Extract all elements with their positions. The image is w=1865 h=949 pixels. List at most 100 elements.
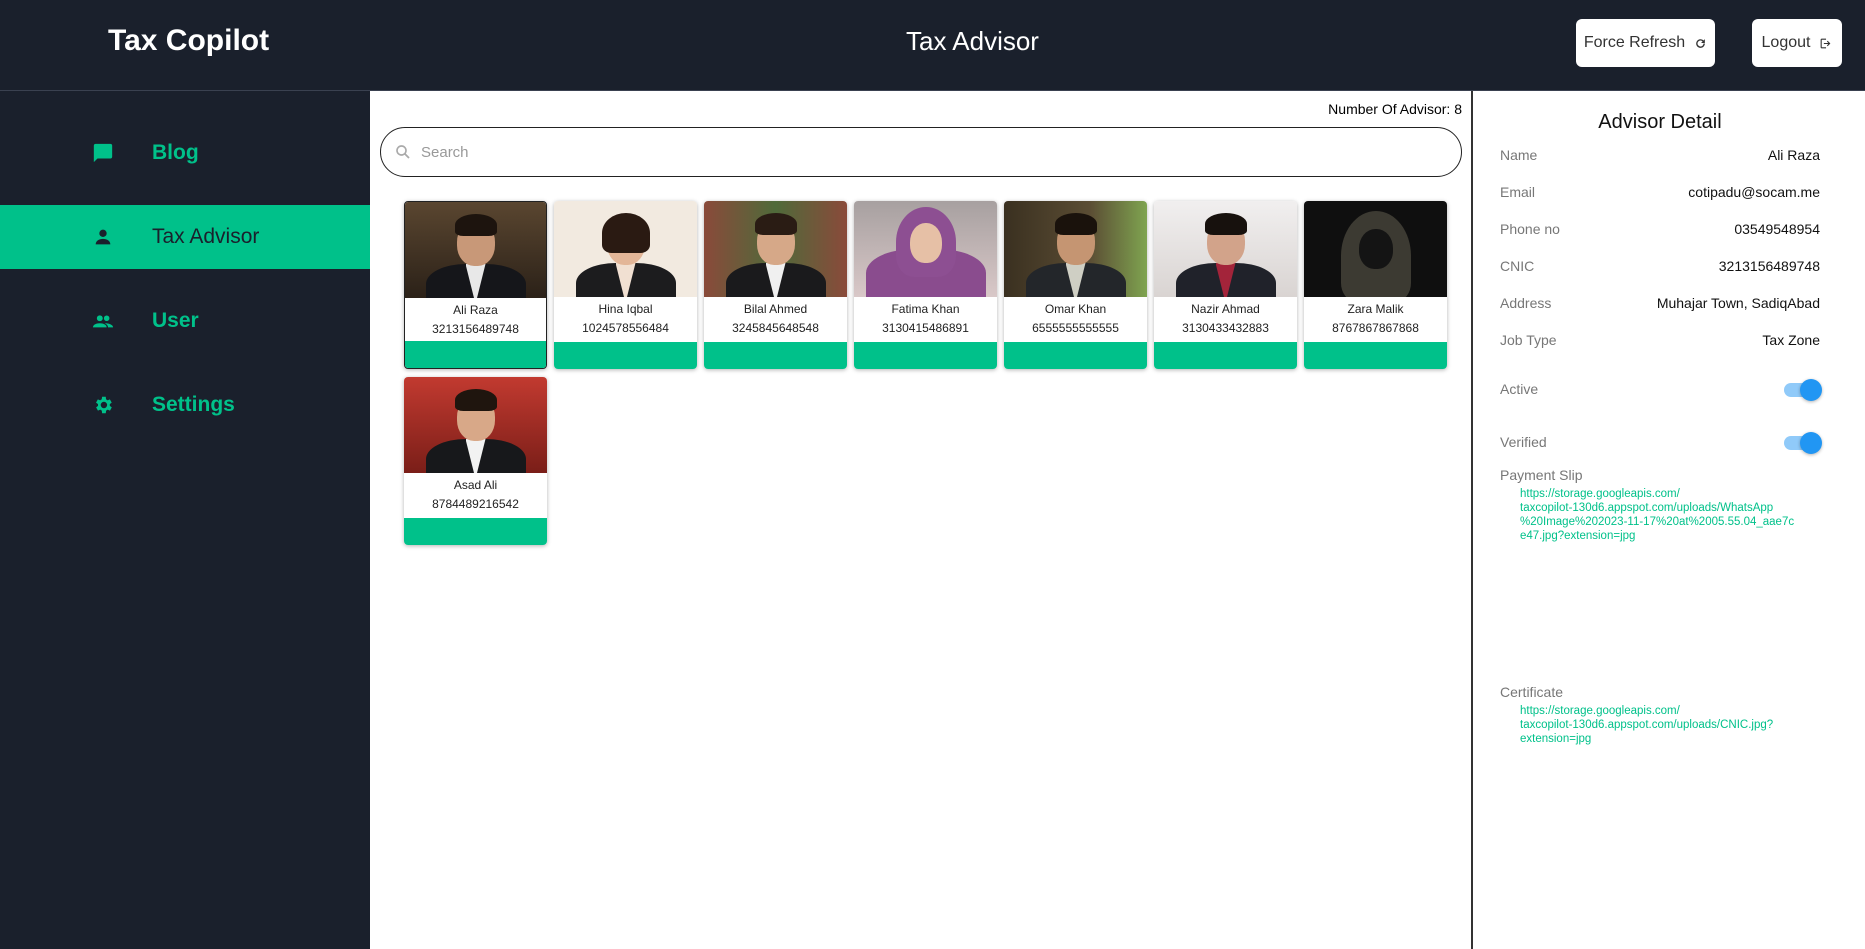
detail-row-cnic: CNIC 3213156489748: [1500, 258, 1820, 274]
search-input[interactable]: [421, 137, 1441, 167]
payment-slip-link[interactable]: https://storage.googleapis.com/ taxcopil…: [1520, 487, 1816, 543]
link-line: %20Image%202023-11-17%20at%2005.55.04_aa…: [1520, 516, 1795, 528]
advisor-card[interactable]: Ali Raza 3213156489748: [404, 201, 547, 369]
advisor-photo: [854, 201, 997, 297]
advisor-photo: [1154, 201, 1297, 297]
advisor-card[interactable]: Asad Ali 8784489216542: [404, 377, 547, 545]
detail-key: Address: [1500, 295, 1552, 311]
active-toggle[interactable]: [1784, 378, 1822, 401]
payment-slip-label: Payment Slip: [1500, 467, 1583, 483]
toggle-knob: [1800, 432, 1822, 454]
advisor-card[interactable]: Fatima Khan 3130415486891: [854, 201, 997, 369]
verified-toggle[interactable]: [1784, 431, 1822, 454]
advisor-name: Omar Khan: [1044, 302, 1107, 316]
advisor-phone: 3245845648548: [732, 321, 819, 335]
advisor-phone: 8767867867868: [1332, 321, 1419, 335]
advisor-name: Bilal Ahmed: [743, 302, 808, 316]
detail-row-email: Email cotipadu@socam.me: [1500, 184, 1820, 200]
link-line: e47.jpg?extension=jpg: [1520, 530, 1636, 542]
advisor-name: Ali Raza: [453, 303, 498, 317]
person-icon: [95, 229, 111, 245]
link-line: extension=jpg: [1520, 733, 1592, 745]
advisor-card[interactable]: Hina Iqbal 1024578556484: [554, 201, 697, 369]
advisor-phone: 3130433432883: [1182, 321, 1269, 335]
advisor-list-panel: Number Of Advisor: 8 Ali Raza 3213156489…: [370, 91, 1471, 949]
advisor-phone: 6555555555555: [1032, 321, 1119, 335]
detail-value: Ali Raza: [1767, 147, 1820, 163]
advisor-card[interactable]: Bilal Ahmed 3245845648548: [704, 201, 847, 369]
detail-value: cotipadu@socam.me: [1688, 184, 1820, 200]
advisor-card-bar: [405, 341, 546, 368]
logout-label: Logout: [1761, 34, 1811, 51]
detail-row-phone: Phone no 03549548954: [1500, 221, 1820, 237]
detail-title: Advisor Detail: [1598, 111, 1722, 133]
advisor-name: Zara Malik: [1347, 302, 1404, 316]
advisor-photo: [1004, 201, 1147, 297]
advisor-photo: [704, 201, 847, 297]
gear-icon: [96, 396, 112, 414]
sidebar-item-user[interactable]: User: [0, 289, 370, 353]
sidebar: Blog Tax Advisor User Settings: [0, 91, 370, 949]
advisor-card-bar: [1304, 342, 1447, 369]
advisor-phone: 3130415486891: [882, 321, 969, 335]
detail-row-address: Address Muhajar Town, SadiqAbad: [1500, 295, 1820, 311]
advisor-card-bar: [1004, 342, 1147, 369]
advisor-photo: [404, 377, 547, 473]
certificate-label: Certificate: [1500, 684, 1564, 700]
link-line: taxcopilot-130d6.appspot.com/uploads/Wha…: [1520, 502, 1774, 514]
detail-row-name: Name Ali Raza: [1500, 147, 1820, 163]
detail-row-job-type: Job Type Tax Zone: [1500, 332, 1820, 348]
advisor-photo: [554, 201, 697, 297]
toggle-knob: [1800, 379, 1822, 401]
link-line: taxcopilot-130d6.appspot.com/uploads/CNI…: [1520, 719, 1774, 731]
advisor-card-bar: [854, 342, 997, 369]
refresh-icon: [1696, 38, 1706, 48]
detail-key: CNIC: [1500, 258, 1535, 274]
advisor-photo: [405, 202, 546, 298]
logout-icon: [1821, 38, 1831, 48]
advisor-card[interactable]: Zara Malik 8767867867868: [1304, 201, 1447, 369]
sidebar-item-label: User: [152, 309, 199, 332]
advisor-phone: 1024578556484: [582, 321, 669, 335]
detail-key: Email: [1500, 184, 1536, 200]
force-refresh-label: Force Refresh: [1583, 34, 1686, 51]
force-refresh-button[interactable]: Force Refresh: [1576, 19, 1715, 67]
advisor-card[interactable]: Nazir Ahmad 3130433432883: [1154, 201, 1297, 369]
detail-key: Name: [1500, 147, 1538, 163]
sidebar-item-label: Tax Advisor: [152, 225, 260, 248]
detail-value: 03549548954: [1734, 221, 1820, 237]
detail-value: Tax Zone: [1762, 332, 1820, 348]
top-bar: Tax Copilot Tax Advisor Force Refresh Lo…: [0, 0, 1865, 91]
link-line: https://storage.googleapis.com/: [1520, 488, 1680, 500]
advisor-card[interactable]: Omar Khan 6555555555555: [1004, 201, 1147, 369]
search-icon: [396, 145, 410, 159]
advisor-card-bar: [704, 342, 847, 369]
advisor-card-bar: [1154, 342, 1297, 369]
detail-value: Muhajar Town, SadiqAbad: [1656, 295, 1820, 311]
search-box: [380, 127, 1462, 177]
advisor-detail-panel: Advisor Detail Name Ali Raza Email cotip…: [1471, 91, 1865, 949]
link-line: https://storage.googleapis.com/: [1520, 705, 1680, 717]
sidebar-item-settings[interactable]: Settings: [0, 373, 370, 437]
advisor-name: Asad Ali: [453, 478, 498, 492]
advisor-card-bar: [554, 342, 697, 369]
advisor-phone: 8784489216542: [432, 497, 519, 511]
advisor-count: Number Of Advisor: 8: [1328, 101, 1462, 117]
advisor-name: Fatima Khan: [891, 302, 960, 316]
detail-value: 3213156489748: [1718, 258, 1820, 274]
logout-button[interactable]: Logout: [1752, 19, 1842, 67]
certificate-link[interactable]: https://storage.googleapis.com/ taxcopil…: [1520, 704, 1816, 746]
verified-label: Verified: [1500, 434, 1547, 450]
sidebar-item-blog[interactable]: Blog: [0, 121, 370, 185]
sidebar-item-label: Blog: [152, 141, 199, 164]
people-icon: [92, 315, 114, 328]
sidebar-item-label: Settings: [152, 393, 235, 416]
sidebar-item-tax-advisor[interactable]: Tax Advisor: [0, 205, 370, 269]
advisor-phone: 3213156489748: [432, 322, 519, 336]
detail-key: Phone no: [1500, 221, 1560, 237]
active-label: Active: [1500, 381, 1539, 397]
advisor-name: Hina Iqbal: [598, 302, 653, 316]
advisor-card-bar: [404, 518, 547, 545]
detail-key: Job Type: [1500, 332, 1557, 348]
advisor-photo: [1304, 201, 1447, 297]
